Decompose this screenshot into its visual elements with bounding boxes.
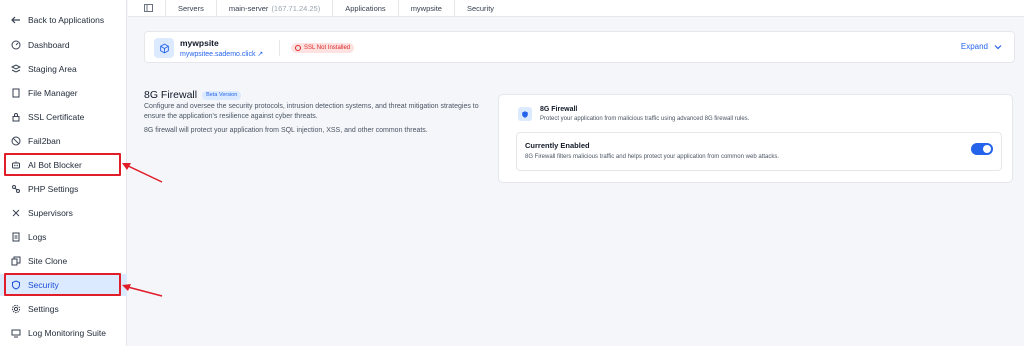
panel-title: 8G Firewall [540,106,578,113]
sidebar-item-label: PHP Settings [28,184,79,194]
expand-button[interactable]: Expand [961,42,1002,51]
breadcrumb-label: Security [466,3,495,13]
sidebar-toggle-button[interactable] [128,0,166,17]
logs-icon [10,231,22,243]
chevron-down-icon [994,44,1002,49]
breadcrumb-label: mywpsite [410,3,442,13]
sidebar-item-label: Supervisors [28,208,73,218]
warning-icon [295,45,301,51]
breadcrumb: Servers main-server (167.71.24.25) Applic… [128,0,1024,17]
beta-badge: Beta Version [202,90,242,100]
breadcrumb-applications[interactable]: Applications [333,0,399,17]
sidebar-item-settings[interactable]: Settings [0,298,127,320]
status-title: Currently Enabled [525,141,590,150]
back-label: Back to Applications [28,15,105,25]
php-icon [10,183,22,195]
sidebar-item-fail2ban[interactable]: Fail2ban [0,130,127,152]
sidebar-item-file-manager[interactable]: File Manager [0,82,127,104]
back-to-applications-link[interactable]: Back to Applications [0,9,127,31]
sidebar-item-ssl-certificate[interactable]: SSL Certificate [0,106,127,128]
sidebar-item-supervisors[interactable]: Supervisors [0,202,127,224]
lock-icon [10,111,22,123]
section-description: Configure and oversee the security proto… [144,103,479,120]
section-title-text: 8G Firewall [144,89,198,101]
sidebar-item-label: Dashboard [28,40,70,50]
firewall-panel: 8G Firewall Protect your application fro… [498,94,1013,183]
breadcrumb-mywpsite[interactable]: mywpsite [399,0,455,17]
annotation-arrow-ai-bot-blocker [122,163,163,183]
app-domain-link[interactable]: mywpsitee.sademo.click ↗ [180,50,263,58]
staging-icon [10,63,22,75]
sidebar-item-label: Log Monitoring Suite [28,328,106,338]
shield-check-icon [518,107,532,121]
gear-icon [10,303,22,315]
toggle-knob [983,145,991,153]
status-description: 8G Firewall filters malicious traffic an… [525,154,779,160]
divider [279,40,280,56]
section-note: 8G firewall will protect your applicatio… [144,127,428,134]
sidebar-item-label: Fail2ban [28,136,61,146]
breadcrumb-main-server[interactable]: main-server (167.71.24.25) [217,0,334,17]
sidebar-item-label: Site Clone [28,256,68,266]
annotation-arrow-security [122,284,163,297]
breadcrumb-servers[interactable]: Servers [166,0,217,17]
ssl-status-text: SSL Not Installed [304,45,351,51]
app-name: mywpsite [180,38,219,48]
sidebar-item-label: File Manager [28,88,78,98]
sidebar-toggle-icon [144,4,153,12]
dashboard-icon [10,39,22,51]
firewall-status-box: Currently Enabled 8G Firewall filters ma… [516,132,1002,171]
firewall-toggle[interactable] [971,143,993,155]
ssl-status-badge: SSL Not Installed [291,43,355,53]
arrow-left-icon [10,14,22,26]
sidebar-item-site-clone[interactable]: Site Clone [0,250,127,272]
expand-label: Expand [960,42,988,51]
sidebar-item-staging-area[interactable]: Staging Area [0,58,127,80]
sidebar-item-dashboard[interactable]: Dashboard [0,34,127,56]
clone-icon [10,255,22,267]
sidebar-item-label: SSL Certificate [28,112,85,122]
sidebar-item-php-settings[interactable]: PHP Settings [0,178,127,200]
sidebar-item-log-monitoring-suite[interactable]: Log Monitoring Suite [0,322,127,344]
cube-icon [154,38,174,58]
sidebar-item-label: Staging Area [28,64,77,74]
ban-icon [10,135,22,147]
supervisor-icon [10,207,22,219]
panel-description: Protect your application from malicious … [540,116,750,122]
highlight-box-security [4,273,121,296]
sidebar-item-label: Logs [28,232,47,242]
breadcrumb-label: Applications [345,3,386,13]
section-title: 8G Firewall Beta Version [144,89,242,101]
sidebar-item-logs[interactable]: Logs [0,226,127,248]
breadcrumb-label: Servers [178,3,204,13]
external-link-icon: ↗ [257,51,264,58]
app-domain: mywpsitee.sademo.click [180,51,256,58]
sidebar-item-label: Settings [28,304,59,314]
app-summary-card: mywpsite mywpsitee.sademo.click ↗ SSL No… [144,31,1015,63]
file-icon [10,87,22,99]
breadcrumb-label: main-server [228,3,269,13]
highlight-box-ai-bot-blocker [4,153,121,176]
breadcrumb-security: Security [455,0,506,17]
monitor-icon [10,327,22,339]
server-ip: (167.71.24.25) [271,3,321,13]
